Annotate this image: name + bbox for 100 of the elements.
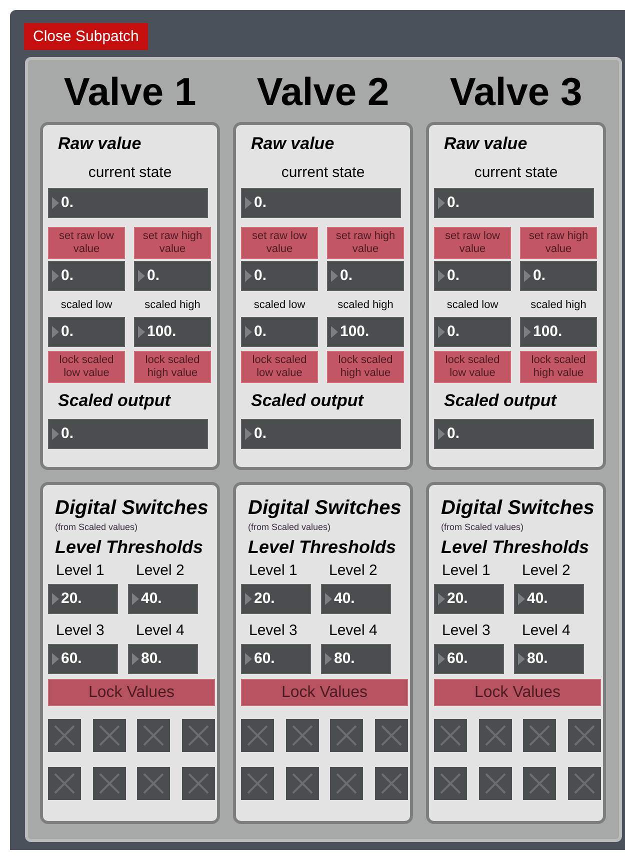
toggle[interactable] (434, 767, 467, 800)
number-box[interactable]: 80. (321, 644, 391, 674)
section-heading: Scaled output (251, 391, 365, 411)
triangle-icon (438, 270, 445, 282)
level-label: Level 2 (521, 562, 572, 580)
number-box[interactable]: 0. (48, 188, 208, 218)
level-label: Level 3 (441, 622, 492, 640)
number-box[interactable]: 60. (241, 644, 311, 674)
number-box[interactable]: 0. (134, 261, 211, 291)
toggle[interactable] (478, 767, 512, 800)
number-box[interactable]: 80. (514, 644, 584, 674)
x-icon (143, 773, 164, 794)
number-box[interactable]: 0. (434, 317, 511, 347)
toggle[interactable] (137, 719, 170, 752)
section-heading: Raw value (444, 134, 528, 154)
number-box[interactable]: 0. (241, 261, 318, 291)
number-box[interactable]: 80. (128, 644, 198, 674)
triangle-icon (524, 326, 531, 338)
number-box[interactable]: 20. (434, 584, 504, 614)
toggle[interactable] (48, 767, 81, 800)
toggle[interactable] (92, 719, 126, 752)
toggle[interactable] (523, 719, 556, 752)
triangle-icon (245, 270, 252, 282)
level-label: Level 3 (248, 622, 298, 640)
triangle-icon (132, 593, 139, 605)
number-box[interactable]: 0. (520, 261, 597, 291)
toggle[interactable] (330, 767, 363, 800)
triangle-icon (52, 270, 59, 282)
number-box[interactable]: 100. (134, 317, 211, 347)
field-label: scaled low (252, 299, 306, 312)
toggle[interactable] (330, 719, 363, 752)
level-label: Level 4 (521, 622, 572, 640)
triangle-icon (245, 653, 252, 665)
toggle[interactable] (137, 767, 170, 800)
toggle[interactable] (568, 767, 600, 800)
number-box[interactable]: 40. (514, 584, 584, 614)
number-box[interactable]: 0. (434, 188, 594, 218)
number-box[interactable]: 100. (520, 317, 597, 347)
valve-title: Valve 2 (256, 70, 390, 116)
toggle[interactable] (92, 767, 126, 800)
triangle-icon (245, 428, 252, 440)
x-icon (380, 773, 402, 794)
field-label: scaled low (60, 299, 114, 312)
x-icon (98, 725, 120, 746)
toggle[interactable] (374, 719, 408, 752)
triangle-icon (245, 593, 252, 605)
toggle[interactable] (286, 719, 318, 752)
x-icon (574, 773, 594, 794)
section-heading: Digital Switches (248, 496, 402, 520)
number-box[interactable]: 40. (321, 584, 391, 614)
number-box[interactable]: 0. (434, 261, 511, 291)
toggle[interactable] (478, 719, 512, 752)
toggle[interactable] (182, 719, 214, 752)
close-subpatch-button[interactable]: Close Subpatch (24, 23, 148, 50)
number-box[interactable]: 20. (241, 584, 311, 614)
number-box[interactable]: 60. (48, 644, 118, 674)
triangle-icon (518, 593, 525, 605)
toggle[interactable] (241, 767, 274, 800)
field-label: current state (88, 164, 172, 182)
number-box[interactable]: 0. (48, 419, 208, 449)
level-label: Level 1 (248, 562, 298, 580)
field-label: scaled high (144, 299, 202, 312)
toggle[interactable] (434, 719, 467, 752)
toggle[interactable] (374, 767, 408, 800)
number-box[interactable]: 0. (327, 261, 404, 291)
number-box[interactable]: 100. (327, 317, 404, 347)
triangle-icon (138, 326, 145, 338)
x-icon (484, 725, 506, 746)
toggle[interactable] (182, 767, 214, 800)
number-box[interactable]: 0. (241, 419, 401, 449)
triangle-icon (524, 270, 531, 282)
number-box[interactable]: 0. (434, 419, 594, 449)
x-icon (440, 773, 461, 794)
toggle[interactable] (568, 719, 600, 752)
triangle-icon (325, 593, 332, 605)
toggle[interactable] (523, 767, 556, 800)
x-icon (188, 725, 208, 746)
number-box[interactable]: 0. (241, 188, 401, 218)
valve-title: Valve 3 (448, 70, 584, 116)
number-box[interactable]: 40. (128, 584, 198, 614)
triangle-icon (52, 428, 59, 440)
level-label: Level 4 (135, 622, 186, 640)
triangle-icon (438, 593, 445, 605)
triangle-icon (331, 270, 338, 282)
x-icon (98, 773, 120, 794)
section-heading: Raw value (58, 134, 142, 154)
number-box[interactable]: 60. (434, 644, 504, 674)
toggle[interactable] (286, 767, 318, 800)
section-heading: Scaled output (58, 391, 172, 411)
section-heading: Scaled output (444, 391, 558, 411)
toggle[interactable] (48, 719, 81, 752)
section-heading: Level Thresholds (55, 536, 204, 558)
number-box[interactable]: 20. (48, 584, 118, 614)
number-box[interactable]: 0. (48, 261, 125, 291)
number-box[interactable]: 0. (48, 317, 125, 347)
level-label: Level 1 (441, 562, 492, 580)
x-icon (529, 773, 550, 794)
toggle[interactable] (241, 719, 274, 752)
x-icon (529, 725, 550, 746)
number-box[interactable]: 0. (241, 317, 318, 347)
